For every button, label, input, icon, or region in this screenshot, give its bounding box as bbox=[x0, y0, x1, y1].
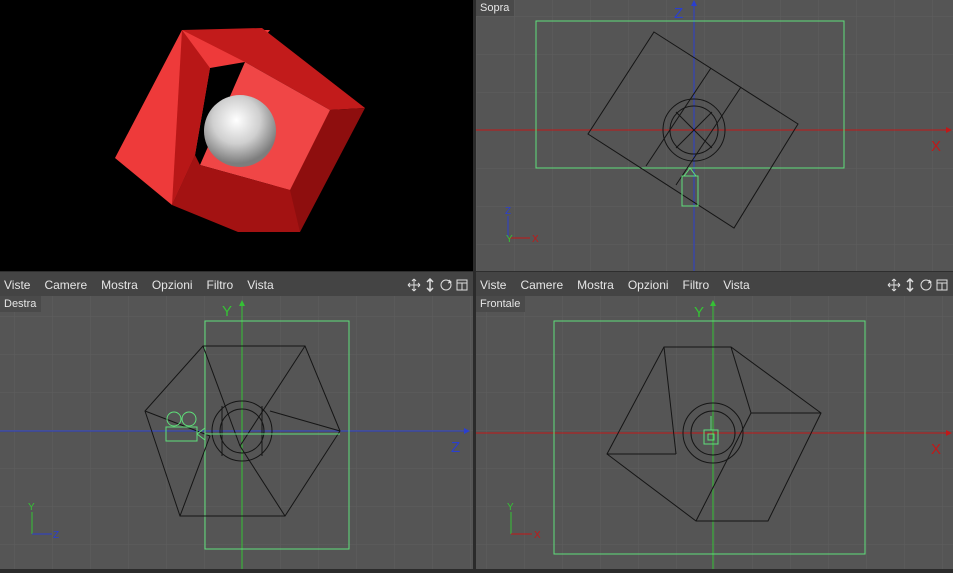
right-scene: Y Z Y Z bbox=[0, 296, 473, 569]
right-viewport[interactable]: Y Z Y Z Destra bbox=[0, 296, 473, 569]
z-axis-label: Z bbox=[674, 5, 683, 22]
svg-text:Y: Y bbox=[506, 234, 513, 245]
menu-filtro[interactable]: Filtro bbox=[200, 278, 241, 292]
menu-opzioni[interactable]: Opzioni bbox=[621, 278, 676, 292]
x-axis-label: X bbox=[931, 138, 941, 155]
menu-mostra[interactable]: Mostra bbox=[570, 278, 621, 292]
z-axis-label: Z bbox=[451, 439, 460, 456]
top-viewport[interactable]: Z X Z Y X Sopra bbox=[476, 0, 953, 271]
y-axis-label: Y bbox=[222, 303, 232, 320]
menu-vista[interactable]: Vista bbox=[240, 278, 280, 292]
maximize-icon[interactable] bbox=[935, 278, 949, 292]
sphere bbox=[204, 95, 276, 167]
rotate-icon[interactable] bbox=[439, 278, 453, 292]
move-icon[interactable] bbox=[407, 278, 421, 292]
menu-viste[interactable]: Viste bbox=[476, 278, 513, 292]
rotate-icon[interactable] bbox=[919, 278, 933, 292]
dolly-icon[interactable] bbox=[903, 277, 917, 292]
maximize-icon[interactable] bbox=[455, 278, 469, 292]
viewport-menubar-left: Viste Camere Mostra Opzioni Filtro Vista bbox=[0, 271, 473, 297]
svg-text:Y: Y bbox=[28, 502, 35, 513]
menu-mostra[interactable]: Mostra bbox=[94, 278, 145, 292]
front-scene: Y X Y X bbox=[476, 296, 953, 569]
viewport-label: Frontale bbox=[476, 296, 526, 312]
x-axis-label: X bbox=[931, 441, 941, 458]
menu-camere[interactable]: Camere bbox=[513, 278, 570, 292]
svg-text:Z: Z bbox=[505, 206, 511, 217]
viewport-menubar-right: Viste Camere Mostra Opzioni Filtro Vista bbox=[476, 271, 953, 297]
svg-text:Z: Z bbox=[53, 530, 59, 541]
svg-text:Y: Y bbox=[507, 502, 514, 513]
top-scene: Z X Z Y X bbox=[476, 0, 953, 271]
bottom-border bbox=[0, 569, 953, 573]
perspective-viewport[interactable] bbox=[0, 0, 473, 271]
menu-vista[interactable]: Vista bbox=[716, 278, 756, 292]
move-icon[interactable] bbox=[887, 278, 901, 292]
perspective-render bbox=[115, 28, 365, 232]
viewport-divider[interactable] bbox=[473, 0, 476, 573]
svg-text:X: X bbox=[532, 234, 539, 245]
menu-filtro[interactable]: Filtro bbox=[676, 278, 717, 292]
menu-viste[interactable]: Viste bbox=[0, 278, 37, 292]
dolly-icon[interactable] bbox=[423, 277, 437, 292]
menu-opzioni[interactable]: Opzioni bbox=[145, 278, 200, 292]
menu-camere[interactable]: Camere bbox=[37, 278, 94, 292]
viewport-label: Destra bbox=[0, 296, 42, 312]
front-viewport[interactable]: Y X Y X Frontale bbox=[476, 296, 953, 569]
viewport-label: Sopra bbox=[476, 0, 515, 16]
svg-text:X: X bbox=[534, 530, 541, 541]
y-axis-label: Y bbox=[694, 304, 704, 321]
